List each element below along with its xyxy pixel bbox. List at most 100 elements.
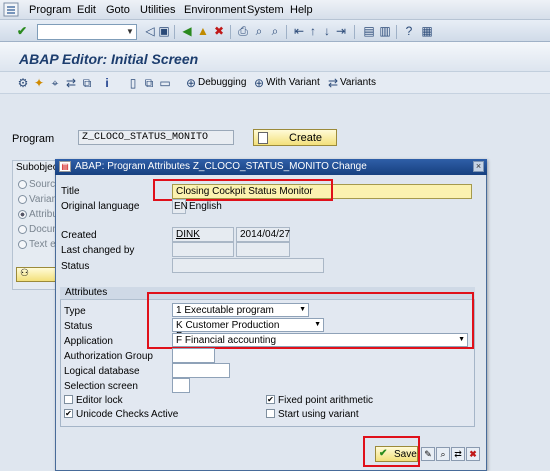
dialog-close-icon[interactable]: ×	[473, 161, 484, 172]
display-glasses-icon: ⚇	[20, 268, 29, 279]
back-arc-icon[interactable]: ◁	[143, 24, 157, 38]
menu-system[interactable]: System	[247, 4, 284, 16]
last-changed-date-field	[236, 242, 290, 257]
sap-menu-icon[interactable]	[3, 2, 19, 17]
object-list-icon[interactable]: ⇄	[64, 76, 78, 90]
shortcut-icon[interactable]: ▥	[378, 24, 392, 38]
radio-text-elements-label: Text elements	[29, 239, 57, 250]
help-icon[interactable]: ?	[402, 24, 416, 38]
layout-menu-icon[interactable]: ▦	[420, 24, 434, 38]
start-variant-checkbox[interactable]	[266, 409, 275, 418]
status2-label: Status	[64, 321, 93, 332]
check-syntax-icon[interactable]: ⚙	[16, 76, 30, 90]
original-language-name: English	[189, 201, 222, 212]
menu-program[interactable]: Program	[29, 4, 71, 16]
status-label: Status	[61, 261, 90, 272]
subobjects-title: Subobject	[16, 162, 61, 173]
radio-variants-label: Variants	[29, 194, 57, 205]
info-icon[interactable]: i	[100, 76, 114, 90]
new-session-icon[interactable]: ▤	[362, 24, 376, 38]
radio-variants[interactable]	[18, 195, 27, 204]
fixed-point-checkbox[interactable]: ✔	[266, 395, 275, 404]
attributes-highlight-box	[147, 292, 474, 349]
menu-environment[interactable]: Environment	[184, 4, 246, 16]
radio-text-elements[interactable]	[18, 240, 27, 249]
create-button-label: Create	[289, 132, 323, 144]
application-label: Application	[64, 336, 113, 347]
dialog-window-icon: ▤	[59, 161, 71, 172]
display-button[interactable]: ⚇	[16, 267, 60, 282]
search-icon[interactable]: ⌕	[436, 447, 450, 461]
last-changed-by-field	[172, 242, 234, 257]
debugging-button[interactable]: Debugging	[198, 77, 246, 88]
original-language-label: Original language	[61, 201, 140, 212]
cancel-icon[interactable]: ✖	[212, 24, 226, 38]
screen-title: ABAP Editor: Initial Screen	[19, 51, 199, 67]
cancel-dialog-icon[interactable]: ✖	[466, 447, 480, 461]
menu-help[interactable]: Help	[290, 4, 313, 16]
with-variant-button[interactable]: With Variant	[266, 77, 320, 88]
menu-edit[interactable]: Edit	[77, 4, 96, 16]
next-page-icon[interactable]: ↓	[320, 24, 334, 38]
create-button[interactable]: Create	[253, 129, 337, 146]
program-label: Program	[12, 133, 55, 145]
new-document-icon	[258, 132, 268, 144]
unicode-checks-label: Unicode Checks Active	[76, 409, 179, 420]
menu-goto[interactable]: Goto	[106, 4, 130, 16]
radio-source[interactable]	[18, 180, 27, 189]
created-by-field: DINK	[172, 227, 234, 242]
tree-icon[interactable]: ⧉	[80, 76, 94, 90]
radio-documentation-label: Documentation	[29, 224, 57, 235]
print-icon[interactable]: ⎙	[236, 24, 250, 38]
title-label: Title	[61, 186, 80, 197]
copy-icon[interactable]: ⧉	[142, 76, 156, 90]
menu-bar: Program Edit Goto Utilities Environment …	[0, 0, 550, 20]
status-field	[172, 258, 324, 273]
editor-lock-checkbox[interactable]	[64, 395, 73, 404]
dialog-title: ABAP: Program Attributes Z_CLOCO_STATUS_…	[55, 159, 487, 175]
back-icon[interactable]: ◀	[180, 24, 194, 38]
where-used-icon[interactable]: ⌖	[48, 76, 62, 90]
variants-icon[interactable]: ⇄	[326, 76, 340, 90]
exit-icon[interactable]: ▲	[196, 24, 210, 38]
activate-icon[interactable]: ✦	[32, 76, 46, 90]
created-date-field: 2014/04/27	[236, 227, 290, 242]
save-icon[interactable]: ▣	[157, 24, 171, 38]
delete-icon[interactable]: ▯	[126, 76, 140, 90]
with-variant-icon[interactable]: ⊕	[252, 76, 266, 90]
type-label: Type	[64, 306, 86, 317]
menu-utilities[interactable]: Utilities	[140, 4, 175, 16]
selection-screen-label: Selection screen	[64, 381, 138, 392]
save-highlight-box	[363, 436, 420, 467]
radio-documentation[interactable]	[18, 225, 27, 234]
command-dropdown-icon[interactable]: ▼	[124, 25, 136, 39]
variants-button[interactable]: Variants	[340, 77, 376, 88]
logical-database-input[interactable]	[172, 363, 230, 378]
transport-icon[interactable]: ⇄	[451, 447, 465, 461]
start-variant-label: Start using variant	[278, 409, 359, 420]
first-page-icon[interactable]: ⇤	[292, 24, 306, 38]
selection-screen-input[interactable]	[172, 378, 190, 393]
title-highlight-box	[153, 179, 333, 201]
radio-source-label: Source	[29, 179, 57, 190]
authorization-group-input[interactable]	[172, 348, 215, 363]
rename-icon[interactable]: ▭	[158, 76, 172, 90]
command-field[interactable]	[37, 24, 137, 40]
edit-icon[interactable]: ✎	[421, 447, 435, 461]
logical-database-label: Logical database	[64, 366, 140, 377]
radio-attributes[interactable]	[18, 210, 27, 219]
unicode-checks-checkbox[interactable]: ✔	[64, 409, 73, 418]
fixed-point-label: Fixed point arithmetic	[278, 395, 374, 406]
program-input[interactable]: Z_CLOCO_STATUS_MONITO	[78, 130, 234, 145]
last-changed-label: Last changed by	[61, 245, 135, 256]
find-icon[interactable]: ⌕	[252, 24, 266, 38]
authorization-group-label: Authorization Group	[64, 351, 153, 362]
debugging-icon[interactable]: ⊕	[184, 76, 198, 90]
radio-attributes-label: Attributes	[29, 209, 57, 220]
original-language-code: EN	[172, 199, 188, 214]
find-next-icon[interactable]: ⌕	[268, 24, 282, 38]
enter-icon[interactable]: ✔	[15, 24, 29, 38]
last-page-icon[interactable]: ⇥	[334, 24, 348, 38]
created-label: Created	[61, 230, 97, 241]
previous-page-icon[interactable]: ↑	[306, 24, 320, 38]
